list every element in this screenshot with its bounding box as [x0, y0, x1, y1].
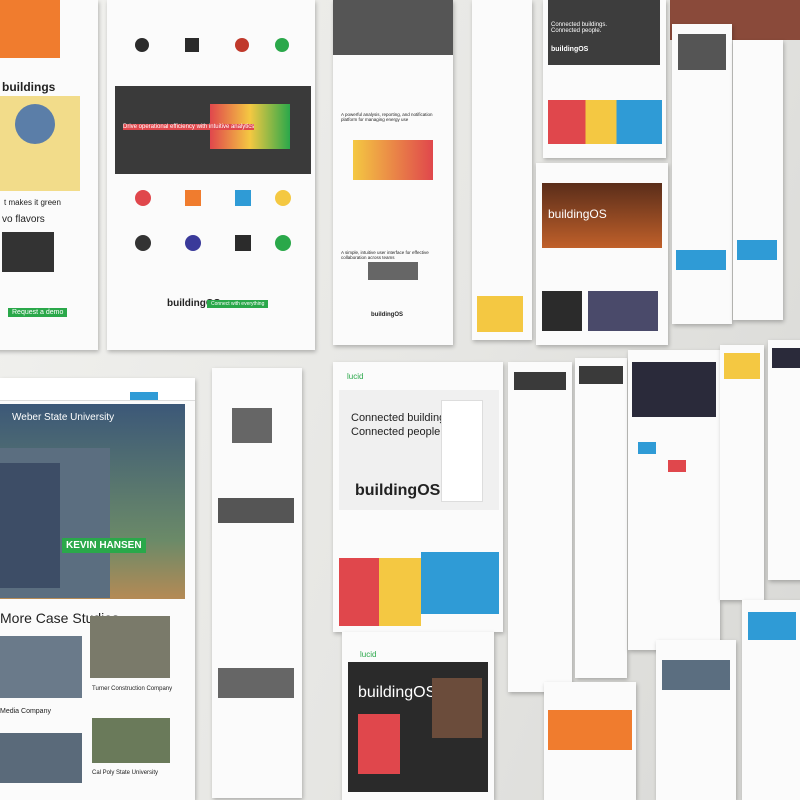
hero-image [333, 0, 453, 55]
lucid-logo: lucid [360, 650, 377, 659]
icon [135, 190, 151, 206]
poster-case-studies: Weber State University KEVIN HANSEN More… [0, 378, 195, 800]
case-image-1 [0, 636, 82, 698]
headline-line-1: Connected buildings. [351, 412, 454, 424]
icon [275, 190, 291, 206]
icon [185, 190, 201, 206]
icon [235, 38, 249, 52]
poster-people-grid [720, 345, 764, 600]
image [218, 498, 294, 523]
device-image [2, 232, 54, 272]
icon [275, 235, 291, 251]
case-title: Media Company [0, 708, 51, 715]
icon [275, 38, 289, 52]
caption-badge: KEVIN HANSEN [62, 538, 146, 553]
heading-analysis: A powerful analysis, reporting, and noti… [341, 112, 433, 122]
poster-buildings: buildings t makes it green vo flavors Re… [0, 0, 98, 350]
image [662, 660, 730, 690]
poster-logo-list [472, 0, 532, 340]
poster-connected-buildings: Connected buildings. Connected people. b… [543, 0, 666, 158]
poster-orange [544, 682, 636, 800]
tile-blue [421, 552, 499, 614]
case-title: Turner Construction Company [92, 686, 173, 692]
case-image-2 [90, 616, 170, 678]
brand-logo: buildingOS [355, 482, 441, 499]
tile-yellow [379, 558, 421, 626]
image [232, 408, 272, 443]
image [632, 362, 716, 417]
tile-image [588, 291, 658, 331]
header-button [130, 392, 158, 400]
hero-dark: Drive operational efficiency with intuit… [115, 86, 311, 174]
person-image [0, 463, 60, 588]
solar-panel-image [15, 104, 55, 144]
headline: Connected buildings. Connected people. [551, 22, 608, 34]
icon [185, 38, 199, 52]
device-image [432, 678, 482, 738]
case-image-4 [92, 718, 170, 763]
poster-mosaic-2 [575, 358, 627, 678]
image [514, 372, 566, 390]
image [678, 34, 726, 70]
image [579, 366, 623, 384]
logo [668, 460, 686, 472]
poster-buildingos-dark: lucid buildingOS [342, 632, 494, 800]
icon [235, 235, 251, 251]
form-red [358, 714, 400, 774]
brand-logo: buildingOS [551, 46, 589, 53]
subheading-flavors: vo flavors [2, 214, 45, 225]
poster-bottom-3 [742, 600, 800, 800]
yellow-banner [724, 353, 760, 379]
university-title: Weber State University [12, 412, 115, 423]
tile-red [339, 558, 379, 626]
brand-logo: buildingOS [548, 207, 607, 221]
icon [235, 190, 251, 206]
headline-line-2: Connected people. [351, 426, 444, 438]
case-title: Cal Poly State University [92, 770, 159, 776]
poster-buildingos-features: Drive operational efficiency with intuit… [107, 0, 315, 350]
icon [135, 235, 151, 251]
poster-lucid-home: lucid Connected buildings. Connected peo… [333, 362, 503, 632]
poster-bottom-2 [656, 640, 736, 800]
image [218, 668, 294, 698]
request-demo-button: Request a demo [8, 308, 68, 317]
subheading: t makes it green [4, 198, 61, 207]
poster-right-2 [733, 40, 783, 320]
connect-button: Connect with everything [207, 300, 269, 308]
icon-row-1 [125, 8, 305, 78]
poster-analysis-platform: A powerful analysis, reporting, and noti… [333, 0, 453, 345]
brand-logo: buildingOS [371, 312, 403, 318]
image [772, 348, 800, 368]
dashboard-image [353, 140, 433, 180]
blue-block [737, 240, 777, 260]
poster-logo-wall [628, 350, 720, 650]
heading-interface: A simple, intuitive user interface for e… [341, 250, 429, 260]
brand-logo: buildingOS [358, 684, 437, 701]
case-image-3 [0, 733, 82, 783]
poster-right-1 [672, 24, 732, 324]
icon [185, 235, 201, 251]
person-image [441, 400, 483, 502]
image [748, 612, 796, 640]
yellow-block [477, 296, 523, 332]
color-tiles [548, 100, 662, 144]
wall: buildings t makes it green vo flavors Re… [0, 0, 800, 800]
blue-block [676, 250, 726, 270]
poster-heading: buildings [2, 80, 56, 94]
poster-article [212, 368, 302, 798]
lucid-logo: lucid [347, 372, 364, 381]
orange-banner [0, 0, 60, 58]
orange-hero [548, 710, 632, 750]
feature-icons [127, 190, 297, 270]
poster-buildingos-city: buildingOS [536, 163, 668, 345]
logo [638, 442, 656, 454]
hero-tagline: Drive operational efficiency with intuit… [123, 124, 255, 130]
poster-mosaic-1 [508, 362, 572, 692]
header-bar [0, 378, 195, 401]
icon [135, 38, 149, 52]
people-image [368, 262, 418, 280]
tile-dark [542, 291, 582, 331]
poster-edge [768, 340, 800, 580]
